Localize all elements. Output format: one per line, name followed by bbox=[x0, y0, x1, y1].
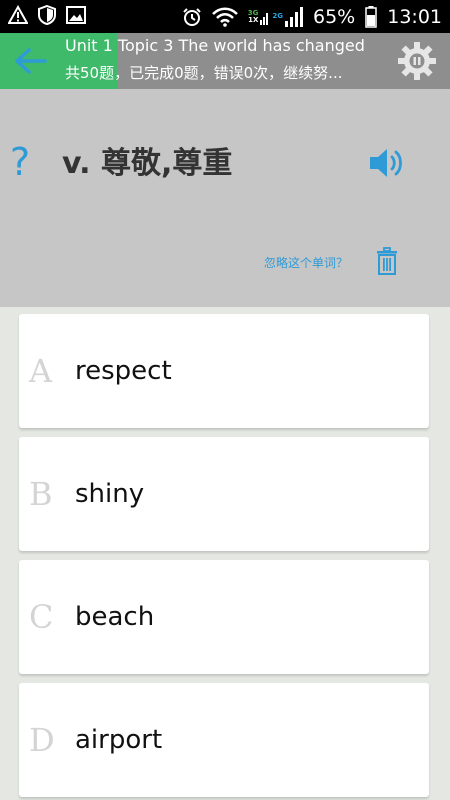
shield-icon bbox=[38, 5, 56, 25]
battery-icon bbox=[365, 5, 377, 28]
back-button[interactable] bbox=[8, 39, 54, 83]
alarm-icon bbox=[183, 7, 201, 26]
question-panel: ? v. 尊敬,尊重 忽略这个单词？ bbox=[0, 89, 450, 307]
lesson-title: Unit 1 Topic 3 The world has changed bbox=[65, 36, 365, 55]
settings-button[interactable] bbox=[394, 38, 440, 84]
option-letter: D bbox=[29, 721, 55, 759]
gear-pause-icon bbox=[398, 42, 436, 80]
option-text: beach bbox=[75, 602, 155, 632]
option-letter: A bbox=[29, 352, 53, 390]
option-letter: C bbox=[29, 598, 54, 636]
network-2g-label: 2G bbox=[272, 12, 283, 20]
back-arrow-icon bbox=[15, 48, 47, 74]
question-mark-icon: ? bbox=[10, 140, 31, 184]
option-text: respect bbox=[75, 356, 172, 386]
network-1x-label: 1X bbox=[248, 15, 259, 24]
question-word: v. 尊敬,尊重 bbox=[62, 146, 233, 181]
option-c[interactable]: C beach bbox=[19, 560, 429, 674]
option-text: airport bbox=[75, 725, 163, 755]
option-d[interactable]: D airport bbox=[19, 683, 429, 797]
image-icon bbox=[66, 6, 86, 24]
ignore-word-link[interactable]: 忽略这个单词？ bbox=[264, 255, 348, 271]
trash-icon[interactable] bbox=[376, 247, 398, 275]
signal-bars-small-icon bbox=[260, 12, 269, 25]
network-indicator: 3G 1X 2G bbox=[248, 6, 303, 27]
lesson-progress-text: 共50题，已完成0题，错误0次，继续努... bbox=[65, 64, 343, 82]
speaker-icon[interactable] bbox=[368, 145, 406, 181]
option-a[interactable]: A respect bbox=[19, 314, 429, 428]
lesson-header: Unit 1 Topic 3 The world has changed 共50… bbox=[0, 33, 450, 89]
battery-percent: 65% bbox=[313, 5, 356, 28]
option-b[interactable]: B shiny bbox=[19, 437, 429, 551]
wifi-icon bbox=[211, 7, 238, 27]
status-bar: 3G 1X 2G 65% 13:01 bbox=[0, 0, 450, 33]
warning-icon bbox=[8, 5, 28, 24]
option-letter: B bbox=[29, 475, 53, 513]
option-text: shiny bbox=[75, 479, 145, 509]
status-left bbox=[8, 5, 86, 25]
signal-icon bbox=[285, 6, 303, 27]
clock: 13:01 bbox=[387, 5, 442, 28]
status-right: 3G 1X 2G 65% 13:01 bbox=[182, 0, 442, 33]
